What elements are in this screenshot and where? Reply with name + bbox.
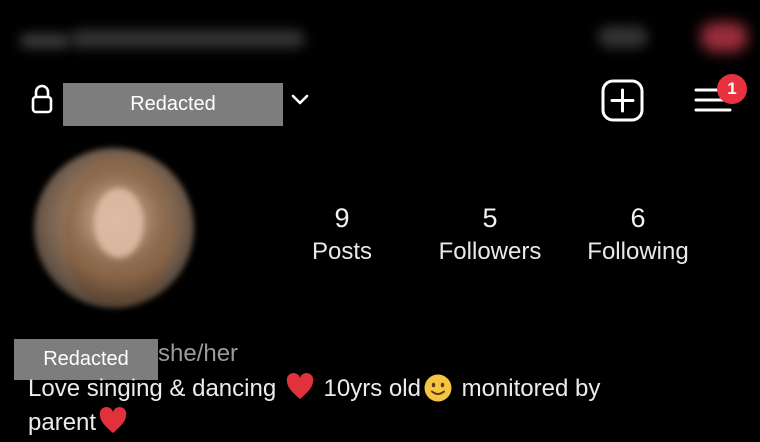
bio: Love singing & dancing 10yrs old monitor… — [28, 372, 748, 440]
status-bar-blur — [20, 34, 70, 48]
avatar[interactable] — [34, 148, 194, 308]
stat-posts-label: Posts — [311, 238, 373, 265]
stat-following-label: Following — [587, 238, 689, 265]
pronouns: she/her — [158, 340, 239, 367]
smiling-face-emoji — [424, 374, 452, 402]
lock-icon — [31, 84, 53, 114]
stat-following[interactable]: 6 Following — [574, 203, 702, 267]
status-bar-blur — [70, 30, 305, 48]
red-heart-emoji — [286, 373, 314, 399]
status-bar-blur — [598, 26, 648, 48]
stat-posts-value: 9 — [334, 203, 350, 233]
stat-followers-label: Followers — [438, 238, 542, 265]
avatar-face — [94, 188, 144, 258]
chevron-down-icon[interactable] — [290, 92, 310, 106]
bio-text: Love singing & dancing — [28, 375, 277, 402]
bio-text: monitored by — [461, 375, 601, 402]
stat-following-value: 6 — [630, 203, 646, 233]
stat-posts[interactable]: 9 Posts — [292, 203, 392, 267]
bio-text: parent — [28, 409, 97, 436]
red-heart-emoji — [99, 407, 127, 433]
status-bar — [0, 0, 760, 56]
username-redaction[interactable]: Redacted — [63, 83, 283, 126]
stat-followers-value: 5 — [482, 203, 498, 233]
stat-followers[interactable]: 5 Followers — [424, 203, 556, 267]
notification-badge: 1 — [717, 74, 747, 104]
status-bar-blur — [700, 22, 748, 52]
bio-text: 10yrs old — [323, 375, 421, 402]
add-square-icon[interactable] — [601, 79, 644, 122]
